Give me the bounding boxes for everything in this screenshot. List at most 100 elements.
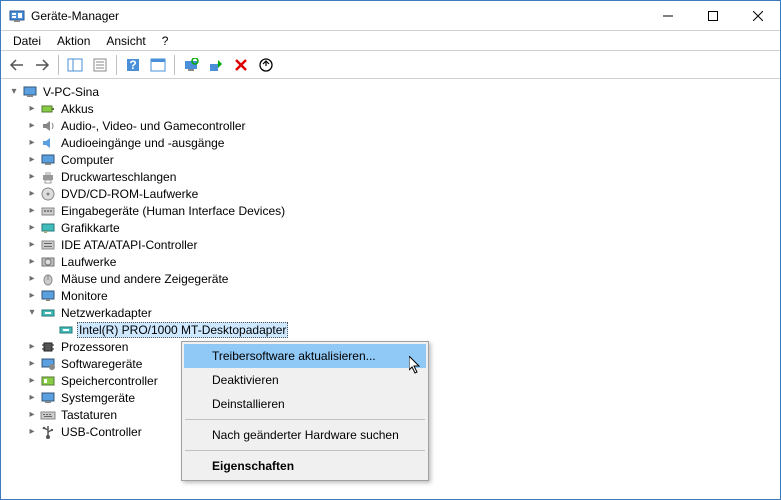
chevron-right-icon[interactable]: ▸ <box>25 255 39 269</box>
menu-view[interactable]: Ansicht <box>98 32 153 50</box>
tree-item-network[interactable]: ▾Netzwerkadapter <box>25 304 780 321</box>
context-item-scan[interactable]: Nach geänderter Hardware suchen <box>184 423 426 447</box>
tree-label: Akkus <box>59 101 96 117</box>
monitor-icon <box>40 288 56 304</box>
toolbar-separator <box>58 55 59 75</box>
computer-icon <box>22 84 38 100</box>
tree-item-display[interactable]: ▸ Grafikkarte <box>25 219 780 236</box>
svg-text:?: ? <box>129 58 136 72</box>
chevron-down-icon[interactable]: ▾ <box>25 306 39 320</box>
chevron-right-icon[interactable]: ▸ <box>25 374 39 388</box>
tree-item-disk[interactable]: ▸ Laufwerke <box>25 253 780 270</box>
disk-icon <box>40 254 56 270</box>
window-button[interactable] <box>146 53 170 77</box>
update-driver-button[interactable] <box>204 53 228 77</box>
cpu-icon <box>40 339 56 355</box>
tree-item-computer[interactable]: ▸ Computer <box>25 151 780 168</box>
tree-label: Computer <box>59 152 116 168</box>
speaker-icon <box>40 118 56 134</box>
disable-button[interactable] <box>254 53 278 77</box>
toolbar-separator <box>116 55 117 75</box>
tree-label: Audio-, Video- und Gamecontroller <box>59 118 248 134</box>
keyboard-icon <box>40 407 56 423</box>
chevron-right-icon[interactable]: ▸ <box>25 221 39 235</box>
context-separator <box>185 419 425 420</box>
tree-label: Eingabegeräte (Human Interface Devices) <box>59 203 287 219</box>
chevron-down-icon[interactable]: ▾ <box>7 85 21 99</box>
tree-item-batteries[interactable]: ▸ Akkus <box>25 100 780 117</box>
tree-label: Monitore <box>59 288 110 304</box>
audio-io-icon <box>40 135 56 151</box>
show-hide-button[interactable] <box>63 53 87 77</box>
help-button[interactable]: ? <box>121 53 145 77</box>
back-button[interactable] <box>5 53 29 77</box>
menubar: Datei Aktion Ansicht ? <box>1 31 780 51</box>
hid-icon <box>40 203 56 219</box>
properties-button[interactable] <box>88 53 112 77</box>
tree-item-audioio[interactable]: ▸ Audioeingänge und -ausgänge <box>25 134 780 151</box>
battery-icon <box>40 101 56 117</box>
chevron-right-icon[interactable]: ▸ <box>25 204 39 218</box>
uninstall-button[interactable] <box>229 53 253 77</box>
toolbar-separator <box>174 55 175 75</box>
chevron-right-icon[interactable]: ▸ <box>25 340 39 354</box>
software-icon <box>40 356 56 372</box>
window-title: Geräte-Manager <box>31 9 645 23</box>
tree-item-mouse[interactable]: ▸ Mäuse und andere Zeigegeräte <box>25 270 780 287</box>
chevron-right-icon[interactable]: ▸ <box>25 238 39 252</box>
tree-label: V-PC-Sina <box>41 84 101 100</box>
forward-button[interactable] <box>30 53 54 77</box>
tree-item-hid[interactable]: ▸ Eingabegeräte (Human Interface Devices) <box>25 202 780 219</box>
menu-help[interactable]: ? <box>154 32 177 50</box>
context-item-update-driver[interactable]: Treibersoftware aktualisieren... <box>184 344 426 368</box>
context-separator <box>185 450 425 451</box>
tree-item-dvd[interactable]: ▸ DVD/CD-ROM-Laufwerke <box>25 185 780 202</box>
tree-label: Audioeingänge und -ausgänge <box>59 135 226 151</box>
chevron-right-icon[interactable]: ▸ <box>25 170 39 184</box>
chevron-right-icon[interactable]: ▸ <box>25 102 39 116</box>
tree-root[interactable]: ▾ V-PC-Sina <box>7 83 780 100</box>
minimize-button[interactable] <box>645 1 690 30</box>
titlebar: Geräte-Manager <box>1 1 780 31</box>
chevron-right-icon[interactable]: ▸ <box>25 119 39 133</box>
chevron-right-icon[interactable]: ▸ <box>25 357 39 371</box>
tree-label: Mäuse und andere Zeigegeräte <box>59 271 230 287</box>
context-item-uninstall[interactable]: Deinstallieren <box>184 392 426 416</box>
scan-hardware-button[interactable] <box>179 53 203 77</box>
context-item-disable[interactable]: Deaktivieren <box>184 368 426 392</box>
tree-item-monitor[interactable]: ▸ Monitore <box>25 287 780 304</box>
close-button[interactable] <box>735 1 780 30</box>
tree-label-selected: Intel(R) PRO/1000 MT-Desktopadapter <box>77 322 288 338</box>
tree-item-audio[interactable]: ▸ Audio-, Video- und Gamecontroller <box>25 117 780 134</box>
tree-label: USB-Controller <box>59 424 144 440</box>
network-adapter-icon <box>58 322 74 338</box>
chevron-right-icon[interactable]: ▸ <box>25 136 39 150</box>
chevron-right-icon[interactable]: ▸ <box>25 272 39 286</box>
context-item-properties[interactable]: Eigenschaften <box>184 454 426 478</box>
tree-item-printers[interactable]: ▸Druckwarteschlangen <box>25 168 780 185</box>
maximize-button[interactable] <box>690 1 735 30</box>
menu-file[interactable]: Datei <box>5 32 49 50</box>
menu-action[interactable]: Aktion <box>49 32 98 50</box>
context-menu: Treibersoftware aktualisieren... Deaktiv… <box>181 341 429 481</box>
tree-item-network-device[interactable]: Intel(R) PRO/1000 MT-Desktopadapter <box>43 321 780 338</box>
printer-icon <box>40 169 56 185</box>
computer-icon <box>40 152 56 168</box>
chevron-right-icon[interactable]: ▸ <box>25 408 39 422</box>
chevron-right-icon[interactable]: ▸ <box>25 153 39 167</box>
tree-label: Laufwerke <box>59 254 118 270</box>
tree-label: DVD/CD-ROM-Laufwerke <box>59 186 200 202</box>
tree-label: Softwaregeräte <box>59 356 144 372</box>
tree-label: Grafikkarte <box>59 220 122 236</box>
chevron-right-icon[interactable]: ▸ <box>25 187 39 201</box>
chevron-right-icon[interactable]: ▸ <box>25 425 39 439</box>
tree-label: Tastaturen <box>59 407 119 423</box>
chevron-right-icon[interactable]: ▸ <box>25 289 39 303</box>
mouse-icon <box>40 271 56 287</box>
tree-item-ide[interactable]: ▸IDE ATA/ATAPI-Controller <box>25 236 780 253</box>
tree-label: Speichercontroller <box>59 373 160 389</box>
tree-label: Prozessoren <box>59 339 130 355</box>
device-tree-pane[interactable]: ▾ V-PC-Sina ▸ Akkus ▸ Audio-, Video- und G… <box>1 79 780 499</box>
system-icon <box>40 390 56 406</box>
chevron-right-icon[interactable]: ▸ <box>25 391 39 405</box>
